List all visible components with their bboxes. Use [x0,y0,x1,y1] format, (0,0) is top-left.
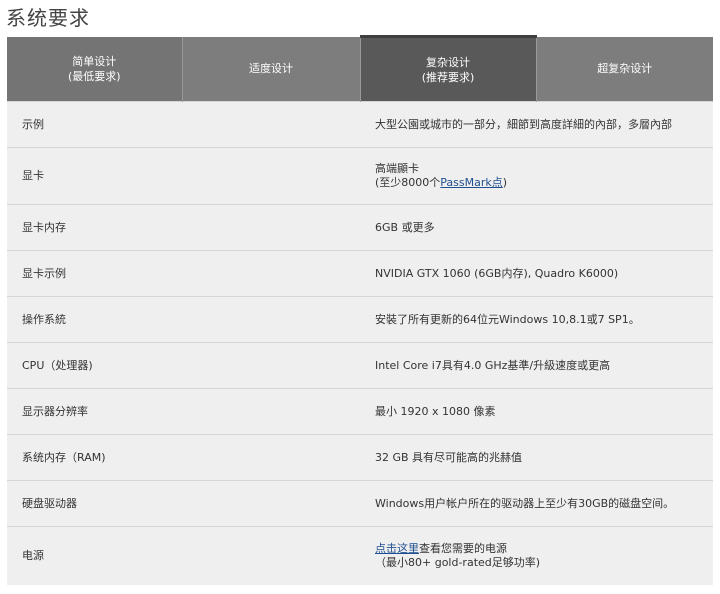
table-row: 显卡示例 NVIDIA GTX 1060 (6GB内存), Quadro K60… [7,250,713,297]
gpu-value-line1: 高端顯卡 [375,162,419,175]
row-value-ram: 32 GB 具有尽可能高的兆赫值 [360,434,713,481]
row-label-gpu-example: 显卡示例 [7,250,360,297]
tab-complex-design-subtitle: (推荐要求) [421,70,475,84]
tab-ultra-complex-design[interactable]: 超复杂设计 [536,36,713,102]
row-value-gpu-example: NVIDIA GTX 1060 (6GB内存), Quadro K6000) [360,250,713,297]
passmark-link[interactable]: PassMark点 [440,176,502,189]
row-value-gpu-memory: 6GB 或更多 [360,204,713,251]
row-label-ram: 系统内存（RAM) [7,434,360,481]
row-value-gpu: 高端顯卡 (至少8000个PassMark点) [360,147,713,205]
tab-ultra-complex-design-title: 超复杂设计 [597,62,653,76]
table-row: 示例 大型公園或城市的一部分，細節到高度詳細的內部，多層內部 [7,101,713,148]
row-label-os: 操作系統 [7,296,360,343]
row-label-resolution: 显示器分辨率 [7,388,360,435]
tab-simple-design-title: 简单设计 [72,54,117,68]
tab-simple-design-subtitle: (最低要求) [67,69,121,83]
power-value-suffix: 查看您需要的电源 [419,541,507,555]
table-row: CPU（处理器) Intel Core i7具有4.0 GHz基準/升級速度或更… [7,342,713,389]
row-label-power: 电源 [7,526,360,585]
row-value-power: 点击这里查看您需要的电源 （最小80+ gold-rated足够功率) [360,526,713,585]
row-value-example: 大型公園或城市的一部分，細節到高度詳細的內部，多層內部 [360,101,713,148]
table-row: 系统内存（RAM) 32 GB 具有尽可能高的兆赫值 [7,434,713,481]
row-label-gpu-memory: 显卡内存 [7,204,360,251]
row-value-disk: Windows用户帐户所在的驱动器上至少有30GB的磁盘空间。 [360,480,713,527]
row-value-resolution: 最小 1920 x 1080 像素 [360,388,713,435]
header-row: 简单设计 (最低要求) 适度设计 复杂设计 (推荐要求) 超复杂设计 [7,35,713,102]
gpu-value-line2: (至少8000个PassMark点) [375,176,707,190]
row-value-cpu: Intel Core i7具有4.0 GHz基準/升級速度或更高 [360,342,713,389]
row-label-gpu: 显卡 [7,147,360,205]
system-requirements-table: 简单设计 (最低要求) 适度设计 复杂设计 (推荐要求) 超复杂设计 示例 大型… [7,35,713,585]
tab-moderate-design-title: 适度设计 [249,62,293,76]
table-row: 操作系統 安裝了所有更新的64位元Windows 10,8.1或7 SP1。 [7,296,713,343]
power-value-line2: （最小80+ gold-rated足够功率) [375,555,541,569]
row-label-example: 示例 [7,101,360,148]
tab-complex-design[interactable]: 复杂设计 (推荐要求) [360,35,537,102]
tab-simple-design[interactable]: 简单设计 (最低要求) [7,36,183,102]
power-value-line1: 点击这里查看您需要的电源 [375,542,707,556]
row-value-os: 安裝了所有更新的64位元Windows 10,8.1或7 SP1。 [360,296,713,343]
gpu-value-suffix: ) [502,176,508,189]
tab-complex-design-title: 复杂设计 [426,55,470,69]
row-label-cpu: CPU（处理器) [7,342,360,389]
table-row: 显卡内存 6GB 或更多 [7,204,713,251]
gpu-value-prefix: (至少8000个 [375,176,441,189]
page-title: 系统要求 [6,6,90,30]
row-label-disk: 硬盘驱动器 [7,480,360,527]
tab-moderate-design[interactable]: 适度设计 [182,36,361,102]
table-row: 显卡 高端顯卡 (至少8000个PassMark点) [7,147,713,205]
table-row: 显示器分辨率 最小 1920 x 1080 像素 [7,388,713,435]
power-supply-link[interactable]: 点击这里 [375,542,419,555]
table-row: 电源 点击这里查看您需要的电源 （最小80+ gold-rated足够功率) [7,526,713,585]
table-row: 硬盘驱动器 Windows用户帐户所在的驱动器上至少有30GB的磁盘空间。 [7,480,713,527]
